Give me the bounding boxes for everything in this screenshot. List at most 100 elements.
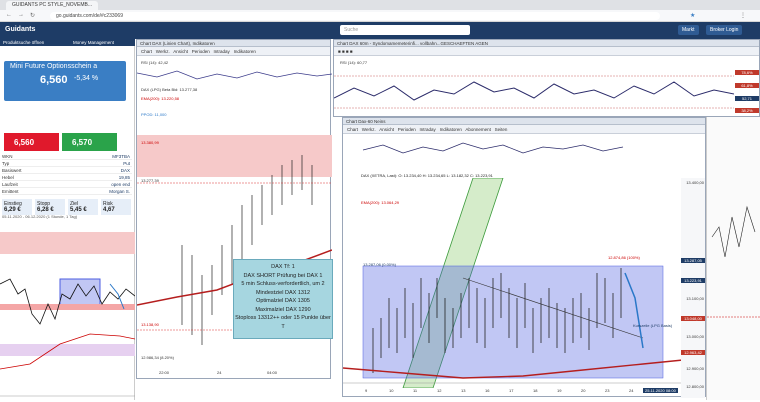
left-mini-chart — [0, 232, 135, 397]
tab-abonnement[interactable]: Abonnement — [465, 127, 491, 132]
price-tick: 12.963,42 — [681, 350, 705, 355]
time-label: 22:00 — [159, 370, 170, 375]
purple-zone — [0, 344, 135, 356]
tab-ansicht[interactable]: Ansicht — [379, 127, 394, 132]
note-line: 5 min Schluss-verfordertlich, um 2 — [241, 281, 325, 287]
cloud-zone — [0, 304, 135, 310]
bid-button[interactable]: 6,560 — [4, 133, 59, 151]
fib-retracement-zone — [362, 265, 664, 379]
stat-cell: Einstieg 6,29 € — [2, 199, 32, 215]
back-icon[interactable]: ← — [6, 12, 12, 18]
price-tick: 13.000,00 — [686, 334, 704, 339]
price-label: 12.986,34 (8.20%) — [141, 355, 174, 360]
fib-label: Kurszeile (LPG Basis) — [633, 323, 673, 328]
price-tick: 13.048,00 — [681, 316, 705, 321]
tab-ansicht[interactable]: Ansicht — [173, 49, 188, 54]
dax-toolbar: Chart Werkz. Ansicht Perioden Intraday I… — [343, 125, 705, 134]
tab-indikatoren[interactable]: Indikatoren — [234, 49, 256, 54]
dax-rsi-plot — [362, 142, 624, 154]
money-management-header[interactable]: Money Management — [70, 39, 135, 46]
right-mini-chart — [707, 205, 760, 318]
dax-window: Chart Dax-60 Neins Chart Werkz. Ansicht … — [342, 117, 706, 398]
tab-werkzeuge[interactable]: Werkz. — [156, 49, 170, 54]
price-tick: 13.100,00 — [686, 296, 704, 301]
time-label: 24 — [217, 370, 222, 375]
quote-box: Mini Future Optionsschein a 6,560 -5,34 … — [4, 61, 126, 101]
tab-intraday[interactable]: Intraday — [420, 127, 436, 132]
note-line: DAX SHORT Prüfung bei DAX 1 — [243, 272, 323, 279]
url-input[interactable]: go.guidants.com/de/#c233069 — [50, 12, 660, 20]
rsi-line — [362, 142, 624, 154]
price-label: 13.380,99 — [141, 140, 159, 145]
quote-name: Mini Future Optionsschein a — [10, 63, 98, 70]
menu-icon[interactable]: ⋮ — [740, 12, 746, 19]
tab-intraday[interactable]: Intraday — [214, 49, 230, 54]
info-row: WKN MF3TBA — [2, 154, 132, 160]
tab-chart[interactable]: Chart — [347, 127, 358, 132]
forward-icon[interactable]: → — [18, 12, 24, 18]
tab-indikatoren[interactable]: Indikatoren — [440, 127, 462, 132]
time-label: 04:00 — [267, 370, 278, 375]
browser-tab[interactable]: GUIDANTS PC STYLE_NOVEMB... — [6, 1, 99, 10]
reload-icon[interactable]: ↻ — [30, 12, 35, 19]
time-axis: 9 10 11 12 13 16 17 18 19 20 23 24 25.11… — [365, 388, 678, 393]
tab-chart[interactable]: Chart — [141, 49, 152, 54]
price-label: 13.277,39 — [141, 178, 159, 183]
rsi-level-label: 78,6% — [735, 70, 759, 75]
main-chart-toolbar: Chart Werkz. Ansicht Perioden Intraday I… — [137, 47, 330, 56]
tab-perioden[interactable]: Perioden — [192, 49, 210, 54]
quote-price: 6,560 — [40, 74, 68, 86]
tab-werkzeuge[interactable]: Werkz. — [362, 127, 376, 132]
ask-button[interactable]: 6,570 — [62, 133, 117, 151]
rsi-window-title: Chart DAX 60m - Syndomamemeterinfi... vo… — [334, 40, 759, 47]
browser-tab-bar: GUIDANTS PC STYLE_NOVEMB... — [0, 0, 760, 10]
red-zone — [0, 232, 135, 254]
price-tick: 13.223,91 — [681, 278, 705, 283]
search-input[interactable]: Suche — [340, 25, 470, 35]
app-header: Guidants Suche Markt Broker Login — [0, 22, 760, 39]
rsi-window: Chart DAX 60m - Syndomamemeterinfi... vo… — [333, 39, 760, 117]
info-row: Emittent Morgan S. — [2, 189, 132, 195]
info-row: Hebel 19,85 — [2, 175, 132, 181]
resistance-zone — [137, 135, 332, 177]
tab-seiten[interactable]: Seiten — [495, 127, 508, 132]
tab-perioden[interactable]: Perioden — [398, 127, 416, 132]
price-axis: 13.400,00 13.287,05 13.223,91 13.100,00 … — [681, 178, 705, 398]
rsi-level-label: 52,71 — [735, 96, 759, 101]
note-line: DAX Tf: 1 — [271, 264, 295, 270]
info-row: Laufzeit open end — [2, 182, 132, 188]
chart-area: Chart DAX (Linien Chart), Indikatoren Ch… — [136, 39, 760, 400]
dax-window-title: Chart Dax-60 Neins — [343, 118, 705, 125]
price-tick: 12.900,00 — [686, 366, 704, 371]
rsi-plot — [334, 75, 734, 109]
fib-label: 13.287,06 (0.00%) — [363, 262, 396, 267]
markt-button[interactable]: Markt — [678, 25, 699, 35]
app-logo[interactable]: Guidants — [5, 26, 35, 33]
main-chart-title: Chart DAX (Linien Chart), Indikatoren — [137, 40, 330, 47]
stat-cell: Stopp 6,28 € — [35, 199, 65, 215]
note-line: Optimalziel DAX 1305 — [256, 298, 310, 304]
rsi-label: RSI (14): 60,77 — [340, 60, 368, 65]
note-line: Stoploss 13312++ oder 15 Punkte über T — [235, 315, 331, 330]
rsi-level-label: 61,8% — [735, 83, 759, 88]
price-tick: 12.800,00 — [686, 384, 704, 389]
info-row: Typ Put — [2, 161, 132, 167]
right-price-strip — [706, 117, 760, 400]
price-tick: 13.400,00 — [686, 180, 704, 185]
quote-change: -5,34 % — [74, 75, 99, 82]
trade-note-popup: DAX Tf: 1 DAX SHORT Prüfung bei DAX 1 5 … — [233, 259, 333, 339]
dax-price-plot — [343, 178, 683, 388]
fib-label: 12.874,86 (100%) — [608, 255, 640, 260]
browser-url-bar: ← → ↻ go.guidants.com/de/#c233069 ★ ⋮ — [0, 10, 760, 22]
star-icon[interactable]: ★ — [690, 12, 695, 19]
broker-login-button[interactable]: Broker Login — [706, 25, 743, 35]
price-tick: 13.287,05 — [681, 258, 705, 263]
chart-footer: 05.11.2020 - 06.12.2020 (1 Stunde, 1 Tag… — [2, 214, 78, 219]
date-badge: 25.11.2020 08:00 — [643, 388, 678, 393]
rsi-line — [137, 70, 332, 80]
stat-cell: Risk 4,67 — [101, 199, 131, 215]
left-panel: Produktsuche öffnen Money Management Min… — [0, 39, 135, 400]
rsi-toolbar: ■ ■ ■ ■ — [334, 47, 759, 56]
price-label: 13.138,90 — [141, 322, 159, 327]
stat-cell: Ziel 5,45 € — [68, 199, 98, 215]
